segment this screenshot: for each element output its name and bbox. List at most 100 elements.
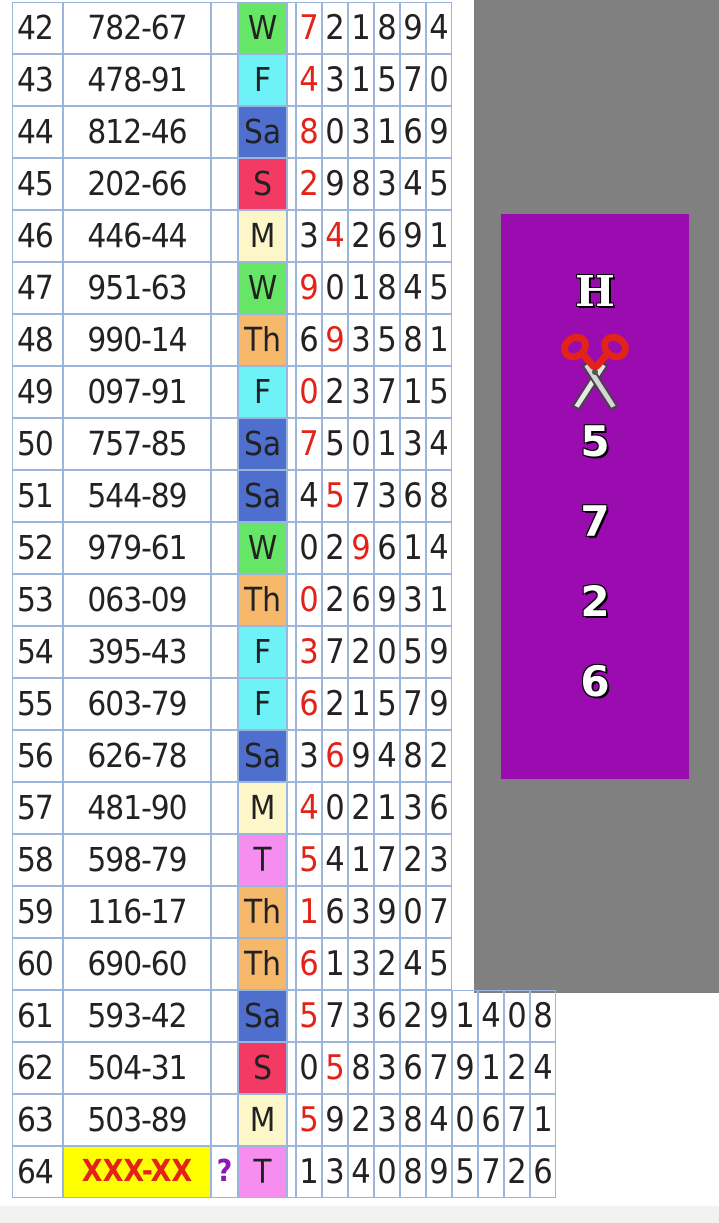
digit-cell: 1 <box>530 1094 556 1146</box>
digit-cell: 1 <box>374 106 400 158</box>
digit-text: 6 <box>403 476 423 516</box>
digit-cell: 3 <box>296 210 322 262</box>
digit-cell: 2 <box>400 990 426 1042</box>
digit-cell: 2 <box>504 1146 530 1198</box>
table-row: 60 690-60 Th 6 1 3 2 4 5 <box>12 938 452 990</box>
day-cell: Sa <box>238 730 287 782</box>
table-row: 62 504-31 S 0 5 8 3 6 7 9 1 2 4 <box>12 1042 556 1094</box>
digit-text: 2 <box>403 840 423 880</box>
day-cell-text: Sa <box>243 736 282 775</box>
digit-text: 1 <box>351 684 371 724</box>
digit-text: 3 <box>377 1100 397 1140</box>
row-number: 54 <box>12 626 63 678</box>
digit-cell: 2 <box>504 1042 530 1094</box>
table-row: 49 097-91 F 0 2 3 7 1 5 <box>12 366 452 418</box>
digit-cell: 9 <box>426 990 452 1042</box>
digit-text: 9 <box>325 320 345 360</box>
digit-text: 7 <box>429 892 449 932</box>
digit-text: 4 <box>403 944 423 984</box>
result-cell: 757-85 <box>63 418 211 470</box>
digit-cell: 4 <box>348 1146 374 1198</box>
digit-text: 1 <box>351 60 371 100</box>
row-number: 51 <box>12 470 63 522</box>
digit-text: 9 <box>377 892 397 932</box>
digit-text: 9 <box>429 996 449 1036</box>
digit-cell: 7 <box>478 1146 504 1198</box>
digit-text: 9 <box>429 1152 449 1192</box>
digit-text: 3 <box>351 320 371 360</box>
result-cell: 951-63 <box>63 262 211 314</box>
day-cell-text: Sa <box>243 112 282 151</box>
gap-cell <box>287 522 296 574</box>
digit-cell: 0 <box>322 262 348 314</box>
day-cell-text: W <box>247 268 278 307</box>
table-row: 46 446-44 M 3 4 2 6 9 1 <box>12 210 452 262</box>
row-number-text: 50 <box>17 424 54 463</box>
gap-cell <box>287 366 296 418</box>
digit-text: 4 <box>403 268 423 308</box>
day-cell: S <box>238 1042 287 1094</box>
result-cell: 603-79 <box>63 678 211 730</box>
day-cell: M <box>238 210 287 262</box>
digit-cell: 6 <box>400 106 426 158</box>
digit-text: 4 <box>299 60 319 100</box>
digit-cell: 8 <box>400 314 426 366</box>
digit-text: 8 <box>351 1048 371 1088</box>
digit-cell: 4 <box>296 782 322 834</box>
digit-text: 4 <box>299 476 319 516</box>
result-cell: 097-91 <box>63 366 211 418</box>
gap-cell <box>287 262 296 314</box>
digit-text: 9 <box>403 8 423 48</box>
digit-cell: 0 <box>296 574 322 626</box>
day-cell: M <box>238 1094 287 1146</box>
digit-text: 0 <box>429 60 449 100</box>
result-cell-text: 116-17 <box>87 892 187 931</box>
digit-cell: 9 <box>322 314 348 366</box>
digit-text: 3 <box>299 632 319 672</box>
digit-text: 1 <box>351 840 371 880</box>
digit-text: 7 <box>429 1048 449 1088</box>
row-number-text: 53 <box>17 580 54 619</box>
question-cell <box>211 730 238 782</box>
digit-cell: 2 <box>348 210 374 262</box>
digit-text: 5 <box>299 1100 319 1140</box>
digit-cell: 2 <box>348 782 374 834</box>
gap-cell <box>287 54 296 106</box>
result-cell: 979-61 <box>63 522 211 574</box>
result-cell: 116-17 <box>63 886 211 938</box>
row-number: 49 <box>12 366 63 418</box>
digit-cell: 1 <box>426 314 452 366</box>
day-cell-text: T <box>253 1152 272 1191</box>
digit-cell: 6 <box>296 314 322 366</box>
row-number: 60 <box>12 938 63 990</box>
day-cell-text: Sa <box>243 424 282 463</box>
digit-text: 3 <box>403 788 423 828</box>
digit-text: 1 <box>299 1152 319 1192</box>
digit-cell: 9 <box>322 1094 348 1146</box>
result-cell-text: 782-67 <box>87 8 187 47</box>
digit-cell: 5 <box>426 262 452 314</box>
day-cell-text: F <box>253 684 272 723</box>
digit-cell: 6 <box>374 990 400 1042</box>
digit-text: 0 <box>351 424 371 464</box>
digit-text: 5 <box>325 476 345 516</box>
digit-text: 6 <box>377 996 397 1036</box>
prediction-digit: 5 <box>580 416 611 467</box>
digit-text: 1 <box>533 1100 553 1140</box>
day-cell: Th <box>238 886 287 938</box>
result-cell-text: 603-79 <box>87 684 187 723</box>
digit-cell: 4 <box>400 938 426 990</box>
digit-text: 6 <box>299 944 319 984</box>
digit-text: 2 <box>507 1048 527 1088</box>
row-number-text: 49 <box>17 372 54 411</box>
result-cell-text: 097-91 <box>87 372 187 411</box>
digit-text: 9 <box>429 684 449 724</box>
gap-cell <box>287 574 296 626</box>
row-number-text: 51 <box>17 476 54 515</box>
digit-cell: 0 <box>296 1042 322 1094</box>
digit-cell: 6 <box>374 522 400 574</box>
row-number: 62 <box>12 1042 63 1094</box>
digit-text: 9 <box>299 268 319 308</box>
digit-text: 2 <box>325 528 345 568</box>
table-row: 51 544-89 Sa 4 5 7 3 6 8 <box>12 470 452 522</box>
